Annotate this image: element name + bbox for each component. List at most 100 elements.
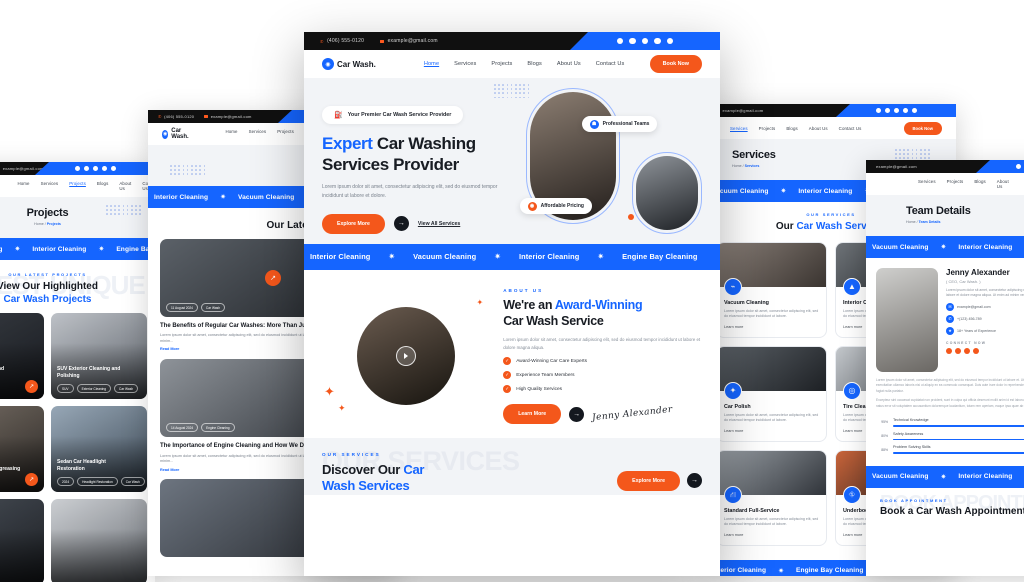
nav-item-services[interactable]: Services <box>730 126 748 131</box>
youtube-icon[interactable] <box>667 38 674 45</box>
team-phone[interactable]: ✆ +(123) 456-789 <box>946 315 1024 323</box>
nav-links[interactable]: Home Services Projects Blogs About Us Co… <box>17 181 155 191</box>
nav-item-contact[interactable]: Contact Us <box>596 61 625 67</box>
project-card[interactable]: Interior Detailing and Shampooing Car Wa… <box>0 313 44 399</box>
instagram-icon[interactable] <box>964 348 970 354</box>
facebook-icon[interactable] <box>75 166 80 171</box>
services-marquee: Vacuum Cleaning ✷ Interior Cleaning ✷ En… <box>0 238 155 260</box>
nav-item-about[interactable]: About Us <box>809 126 828 131</box>
twitter-icon[interactable] <box>84 166 89 171</box>
nav-item-blogs[interactable]: Blogs <box>97 181 108 191</box>
play-button-icon[interactable] <box>396 346 416 366</box>
team-social-links[interactable] <box>946 348 1024 354</box>
service-card[interactable]: ✦ Car Polish Lorem ipsum dolor sit amet,… <box>716 346 827 442</box>
nav-item-blogs[interactable]: Blogs <box>974 179 985 189</box>
twitter-icon[interactable] <box>629 38 636 45</box>
brand-logo[interactable]: ◉ Car Wash. <box>162 128 191 140</box>
nav-links[interactable]: Services Projects Blogs About Us Contact… <box>730 126 861 131</box>
screenshot-stage: ✆ (406) 555-0120 example@gmail.com ◉ Car… <box>0 0 1024 576</box>
nav-item-home[interactable]: Home <box>17 181 29 191</box>
linkedin-icon[interactable] <box>102 166 107 171</box>
view-all-services-link[interactable]: View All Services <box>418 221 460 227</box>
nav-item-projects[interactable]: Projects <box>69 181 86 191</box>
learn-more-button[interactable]: Learn More <box>503 404 561 424</box>
learn-more-link[interactable]: Learn more <box>724 533 819 537</box>
topbar-email[interactable]: example@gmail.com <box>380 38 438 44</box>
skill-slider[interactable] <box>893 452 1024 454</box>
topbar-email[interactable]: example@gmail.com <box>716 108 763 113</box>
nav-item-home[interactable]: Home <box>424 61 439 67</box>
nav-item-about[interactable]: About Us <box>557 61 581 67</box>
nav-item-contact[interactable]: Contact Us <box>839 126 862 131</box>
topbar-phone[interactable]: ✆ (406) 555-0120 <box>158 114 194 119</box>
arrow-icon[interactable]: ↗ <box>25 380 38 393</box>
nav-item-services[interactable]: Services <box>454 61 476 67</box>
arrow-icon[interactable]: ↗ <box>25 473 38 486</box>
topbar-email[interactable]: example@gmail.com <box>0 166 44 171</box>
project-card[interactable]: SUV Exterior Cleaning and Polishing SUV … <box>51 313 147 399</box>
twitter-icon[interactable] <box>885 108 890 113</box>
team-email[interactable]: ✉ example@gmail.com <box>946 303 1024 311</box>
breadcrumb-home[interactable]: Home <box>34 222 44 226</box>
nav-links[interactable]: Services Projects Blogs About Us Contact… <box>918 179 1024 189</box>
project-card[interactable]: Full Engine Bay Degreasing Car Wash ↗ <box>0 406 44 492</box>
nav-item-projects[interactable]: Projects <box>947 179 964 189</box>
explore-more-button[interactable]: Explore More <box>322 214 385 234</box>
nav-item-projects[interactable]: Projects <box>491 61 512 67</box>
team-details-page-panel[interactable]: example@gmail.com Services Projects Blog… <box>866 160 1024 576</box>
nav-item-blogs[interactable]: Blogs <box>786 126 797 131</box>
nav-item-blogs[interactable]: Blogs <box>527 61 542 67</box>
social-links[interactable] <box>976 160 1024 173</box>
instagram-icon[interactable] <box>642 38 649 45</box>
facebook-icon[interactable] <box>617 38 624 45</box>
topbar-email[interactable]: example@gmail.com <box>876 164 917 169</box>
topbar-phone[interactable]: ✆ (406) 555-0120 <box>320 38 364 44</box>
social-links[interactable] <box>570 32 720 50</box>
youtube-icon[interactable] <box>912 108 917 113</box>
facebook-icon[interactable] <box>946 348 952 354</box>
arrow-right-icon[interactable]: → <box>569 407 584 422</box>
social-links[interactable] <box>35 162 155 175</box>
linkedin-icon[interactable] <box>903 108 908 113</box>
hero-badge-text: Your Premier Car Wash Service Provider <box>348 112 452 118</box>
social-links[interactable] <box>836 104 956 117</box>
linkedin-icon[interactable] <box>973 348 979 354</box>
instagram-icon[interactable] <box>93 166 98 171</box>
arrow-right-icon[interactable]: → <box>394 216 409 231</box>
book-now-button[interactable]: Book Now <box>904 122 942 135</box>
project-card[interactable]: Sedan Car Headlight Restoration 2024 Hea… <box>51 406 147 492</box>
project-card[interactable] <box>0 499 44 582</box>
nav-item-projects[interactable]: Projects <box>759 126 776 131</box>
nav-item-about[interactable]: About Us <box>119 181 131 191</box>
arrow-icon[interactable]: ↗ <box>265 270 281 286</box>
brand-logo[interactable]: ◉ Car Wash. <box>322 58 376 70</box>
learn-more-link[interactable]: Learn more <box>724 429 819 433</box>
skill-slider[interactable] <box>893 439 1024 441</box>
about-title: We're an Award-Winning Car Wash Service <box>503 298 702 329</box>
home-page-panel[interactable]: ✆ (406) 555-0120 example@gmail.com ◉ Car… <box>304 32 720 576</box>
service-card[interactable]: ⌁ Vacuum Cleaning Lorem ipsum dolor sit … <box>716 242 827 338</box>
instagram-icon[interactable] <box>894 108 899 113</box>
topbar-email[interactable]: example@gmail.com <box>204 114 251 119</box>
learn-more-link[interactable]: Learn more <box>724 325 819 329</box>
nav-item-services[interactable]: Services <box>918 179 936 189</box>
project-card[interactable] <box>51 499 147 582</box>
breadcrumb-home[interactable]: Home <box>906 220 916 224</box>
twitter-icon[interactable] <box>955 348 961 354</box>
nav-item-about[interactable]: About Us <box>997 179 1014 189</box>
projects-page-panel[interactable]: ✆ (406) 555-0120 example@gmail.com ◉ Car… <box>0 162 155 582</box>
nav-links[interactable]: Home Services Projects Blogs About Us Co… <box>424 61 625 67</box>
breadcrumb-home[interactable]: Home <box>732 164 742 168</box>
skill-slider[interactable] <box>893 425 1024 427</box>
nav-item-services[interactable]: Services <box>41 181 59 191</box>
youtube-icon[interactable] <box>111 166 116 171</box>
linkedin-icon[interactable] <box>654 38 661 45</box>
marquee-item: Engine Bay Cleaning <box>622 252 697 261</box>
facebook-icon[interactable] <box>1016 164 1021 169</box>
nav-item-services[interactable]: Services <box>249 129 267 139</box>
service-card[interactable]: ⛙ Standard Full-Service Lorem ipsum dolo… <box>716 450 827 546</box>
book-now-button[interactable]: Book Now <box>650 55 702 73</box>
nav-item-home[interactable]: Home <box>225 129 237 139</box>
facebook-icon[interactable] <box>876 108 881 113</box>
nav-item-projects[interactable]: Projects <box>277 129 294 139</box>
